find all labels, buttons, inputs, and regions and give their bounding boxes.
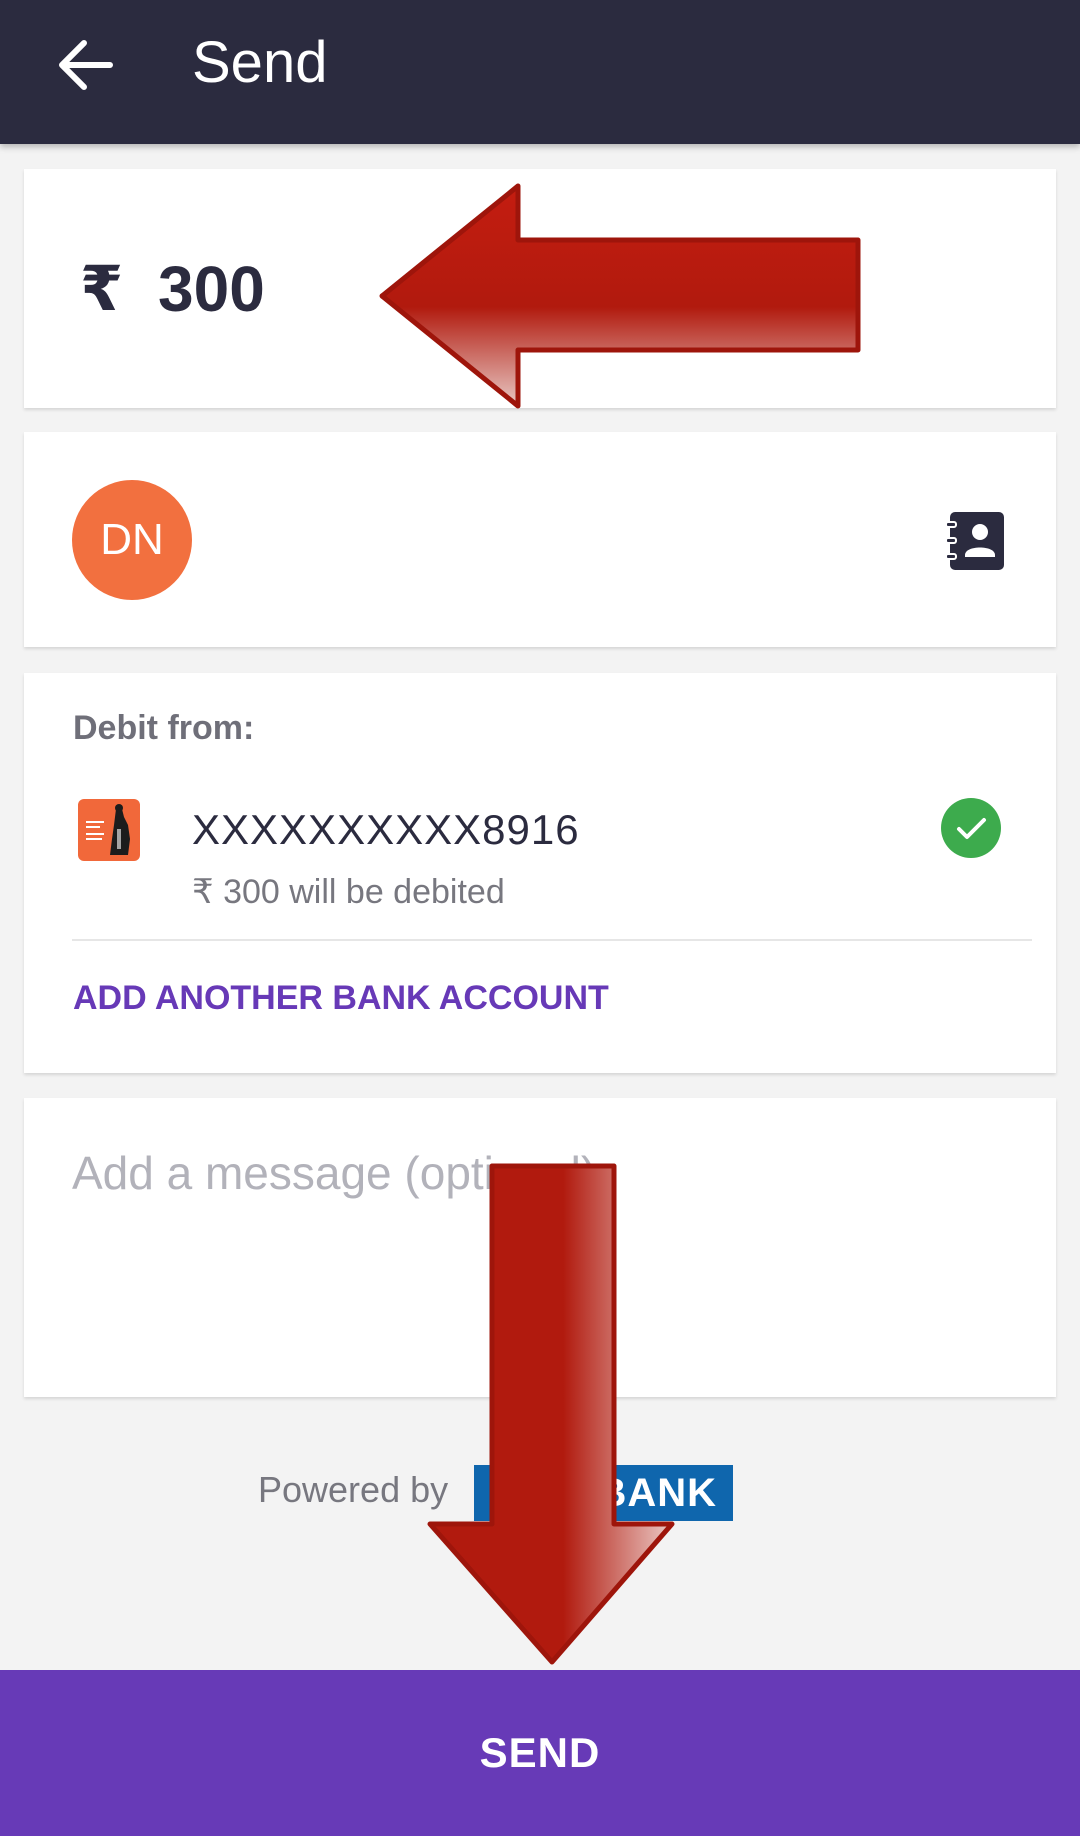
- currency-symbol: ₹: [80, 255, 124, 324]
- annotation-arrow-left: [379, 183, 861, 409]
- check-circle-icon: [941, 798, 1001, 858]
- back-button[interactable]: [50, 30, 120, 100]
- powered-by-label: Powered by: [258, 1469, 449, 1510]
- send-button[interactable]: SEND: [0, 1670, 1080, 1836]
- bank-logo: [78, 799, 140, 861]
- debit-amount-note: ₹ 300 will be debited: [192, 873, 505, 911]
- divider: [72, 939, 1032, 941]
- debit-from-label: Debit from:: [73, 709, 255, 747]
- recipient-card: DN: [24, 432, 1056, 647]
- add-bank-account-link[interactable]: ADD ANOTHER BANK ACCOUNT: [73, 975, 609, 1021]
- debit-account-card: Debit from: XXXXXXXXXX8916 ₹ 300 will be…: [24, 673, 1056, 1073]
- app-bar: Send: [0, 0, 1080, 144]
- selected-account-indicator[interactable]: [940, 797, 1002, 859]
- contacts-button[interactable]: [944, 508, 1010, 574]
- avatar: DN: [72, 480, 192, 600]
- amount-input[interactable]: 300: [158, 253, 265, 325]
- annotation-arrow-down: [427, 1163, 675, 1665]
- contact-book-icon: [945, 512, 1004, 570]
- bank-logo-figure: [86, 804, 130, 855]
- arrow-back-icon: [59, 40, 113, 90]
- account-number[interactable]: XXXXXXXXXX8916: [192, 803, 580, 857]
- page-title: Send: [192, 30, 328, 95]
